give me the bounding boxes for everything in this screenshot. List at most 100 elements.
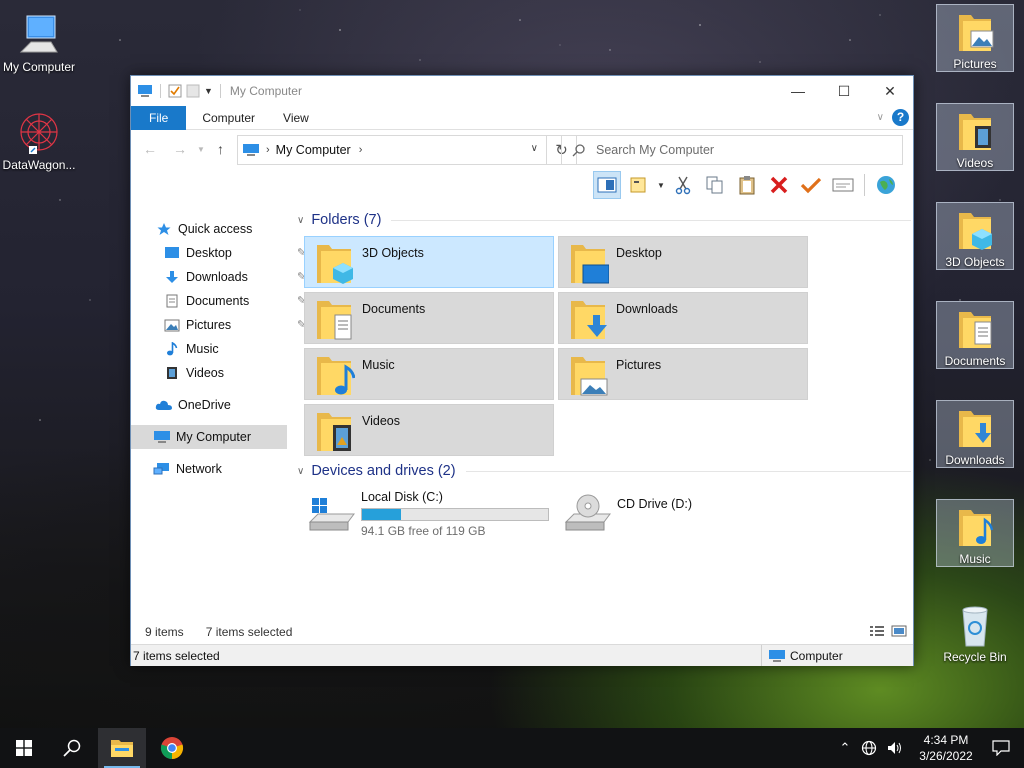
view-dropdown-icon[interactable]: ▼ xyxy=(657,181,665,190)
clock-time: 4:34 PM xyxy=(923,733,969,747)
pictures-folder-icon xyxy=(571,357,608,396)
network-globe-icon[interactable] xyxy=(861,740,877,756)
details-view-icon[interactable] xyxy=(869,625,885,637)
collapse-chevron-icon[interactable]: ∨ xyxy=(297,215,304,226)
videos-folder-icon xyxy=(959,114,991,150)
desktop-icon-downloads[interactable]: Downloads xyxy=(936,400,1014,468)
desktop-icon-label: Music xyxy=(959,552,991,566)
desktop-icon-videos[interactable]: Videos xyxy=(936,103,1014,171)
item-count: 9 items xyxy=(145,625,184,639)
up-button[interactable]: ↑ xyxy=(217,141,224,157)
desktop-icon-label: Recycle Bin xyxy=(943,650,1007,664)
help-button[interactable]: ? xyxy=(892,109,909,126)
delete-button[interactable] xyxy=(765,171,793,199)
minimize-button[interactable]: — xyxy=(775,76,821,106)
desktop-icon-documents[interactable]: Documents xyxy=(936,301,1014,369)
nav-downloads[interactable]: Downloads ✎ xyxy=(163,265,306,289)
expand-ribbon-icon[interactable]: ∨ xyxy=(877,112,884,123)
breadcrumb-chevron-icon[interactable]: › xyxy=(359,144,363,156)
show-hidden-icons-button[interactable]: ⌃ xyxy=(834,740,856,756)
datawagon-icon xyxy=(20,113,58,154)
search-input[interactable] xyxy=(596,143,876,157)
desktop-icon-3d-objects[interactable]: 3D Objects xyxy=(936,202,1014,270)
collapse-chevron-icon[interactable]: ∨ xyxy=(297,466,304,477)
folder-tile-desktop[interactable]: Desktop xyxy=(558,236,808,288)
desktop-icon-label: DataWagon... xyxy=(2,158,76,172)
change-view-button[interactable] xyxy=(625,171,653,199)
properties-button[interactable] xyxy=(829,171,857,199)
folder-name: Documents xyxy=(362,302,426,316)
nav-network[interactable]: Network xyxy=(153,457,222,481)
maximize-button[interactable]: ☐ xyxy=(821,76,867,106)
file-explorer-icon xyxy=(111,740,133,757)
breadcrumb-my-computer[interactable]: My Computer xyxy=(276,143,351,157)
tab-computer[interactable]: Computer xyxy=(188,106,269,130)
close-button[interactable]: ✕ xyxy=(867,76,913,106)
new-folder-icon[interactable] xyxy=(186,84,200,98)
star-icon xyxy=(157,223,171,235)
recent-locations-icon[interactable]: ▼ xyxy=(197,145,205,154)
folder-tile-videos[interactable]: Videos xyxy=(304,404,554,456)
copy-button[interactable] xyxy=(701,171,729,199)
nav-desktop[interactable]: Desktop ✎ xyxy=(163,241,306,265)
group-divider xyxy=(465,470,911,472)
tab-file[interactable]: File xyxy=(131,105,187,130)
3d-objects-folder-icon xyxy=(317,245,353,284)
customize-qat-dropdown-icon[interactable]: ▼ xyxy=(204,86,213,96)
folder-tile-downloads[interactable]: Downloads xyxy=(558,292,808,344)
search-icon xyxy=(63,739,81,757)
nav-quick-access[interactable]: Quick access xyxy=(155,217,252,241)
navigation-pane: Quick access Desktop ✎ Downloads ✎ Docum… xyxy=(131,214,306,624)
search-button[interactable] xyxy=(48,728,96,768)
desktop-icon-recycle-bin[interactable]: Recycle Bin xyxy=(936,598,1014,664)
taskbar-clock[interactable]: 4:34 PM 3/26/2022 xyxy=(908,732,984,764)
nav-my-computer[interactable]: My Computer xyxy=(131,425,287,449)
network-globe-button[interactable] xyxy=(872,171,900,199)
paste-button[interactable] xyxy=(733,171,761,199)
folder-tile-3d-objects[interactable]: 3D Objects xyxy=(304,236,554,288)
desktop-icon-datawagon[interactable]: DataWagon... xyxy=(0,106,78,172)
nav-pictures[interactable]: Pictures ✎ xyxy=(163,313,306,337)
nav-onedrive[interactable]: OneDrive xyxy=(155,393,231,417)
folders-group-header[interactable]: ∨ Folders (7) xyxy=(297,212,912,228)
address-dropdown-icon[interactable]: ∨ xyxy=(531,143,538,154)
drive-cd-d[interactable]: CD Drive (D:) xyxy=(560,486,760,534)
start-button[interactable] xyxy=(0,728,48,768)
drive-name: Local Disk (C:) xyxy=(361,490,443,504)
desktop-icon-music[interactable]: Music xyxy=(936,499,1014,567)
download-arrow-icon xyxy=(166,271,178,283)
desktop-icon-pictures[interactable]: Pictures xyxy=(936,4,1014,72)
window-title: My Computer xyxy=(229,84,302,98)
notifications-icon[interactable] xyxy=(992,740,1010,756)
nav-label: OneDrive xyxy=(178,398,231,412)
tab-view[interactable]: View xyxy=(269,106,323,130)
picture-icon xyxy=(164,319,180,331)
taskbar: ⌃ 4:34 PM 3/26/2022 xyxy=(0,728,1024,768)
taskbar-file-explorer[interactable] xyxy=(98,728,146,768)
properties-icon xyxy=(832,178,854,192)
devices-group-header[interactable]: ∨ Devices and drives (2) xyxy=(297,463,911,479)
nav-videos[interactable]: Videos xyxy=(163,361,224,385)
nav-documents[interactable]: Documents ✎ xyxy=(163,289,306,313)
desktop-icon-label: Pictures xyxy=(953,57,997,71)
title-bar[interactable]: ▼ My Computer — ☐ ✕ xyxy=(131,76,913,106)
properties-icon[interactable] xyxy=(168,84,182,98)
large-icons-view-icon[interactable] xyxy=(891,625,907,637)
forward-button[interactable]: → xyxy=(173,141,187,157)
taskbar-chrome[interactable] xyxy=(148,728,196,768)
volume-icon[interactable] xyxy=(887,740,903,756)
nav-music[interactable]: Music xyxy=(163,337,219,361)
breadcrumb-separator-icon[interactable]: › xyxy=(266,144,270,156)
folder-tile-pictures[interactable]: Pictures xyxy=(558,348,808,400)
drive-local-disk-c[interactable]: Local Disk (C:) 94.1 GB free of 119 GB xyxy=(304,486,554,538)
back-button[interactable]: ← xyxy=(143,141,157,157)
cut-button[interactable] xyxy=(669,171,697,199)
status-bar-zone: Computer xyxy=(761,645,843,666)
preview-pane-button[interactable] xyxy=(593,171,621,199)
folder-tile-music[interactable]: Music xyxy=(304,348,554,400)
folder-tile-documents[interactable]: Documents xyxy=(304,292,554,344)
search-box[interactable] xyxy=(561,135,903,165)
desktop-icon-my-computer[interactable]: My Computer xyxy=(0,8,78,74)
rename-button[interactable] xyxy=(797,171,825,199)
address-bar[interactable]: › My Computer › ∨ xyxy=(237,135,547,165)
